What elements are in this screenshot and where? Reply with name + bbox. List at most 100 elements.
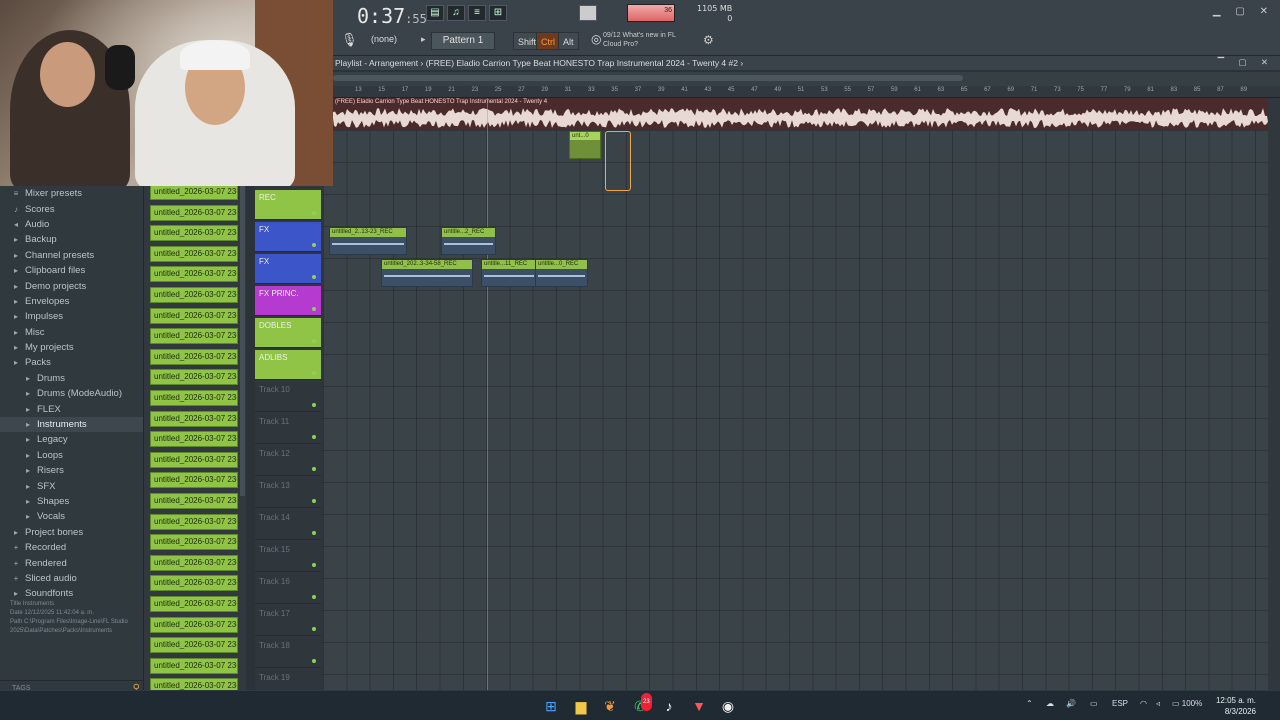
- language-indicator[interactable]: ESP: [1112, 699, 1128, 708]
- microphone-icon[interactable]: 🎙: [341, 32, 358, 50]
- track-header[interactable]: Track 14: [255, 510, 321, 540]
- playlist-grid[interactable]: [323, 130, 1268, 690]
- channel-scrollbar[interactable]: [240, 186, 245, 496]
- channel-item[interactable]: untitled_2026-03-07 23-: [150, 534, 238, 551]
- channel-item[interactable]: untitled_2026-03-07 23-: [150, 657, 238, 674]
- channel-item[interactable]: untitled_2026-03-07 23-: [150, 616, 238, 633]
- pattern-selector[interactable]: Pattern 1: [431, 32, 495, 50]
- browser-item[interactable]: ▸ Misc: [0, 325, 143, 340]
- browser-item[interactable]: ▸ FLEX: [0, 401, 143, 416]
- browser-item[interactable]: ▸ Clipboard files: [0, 263, 143, 278]
- track-enable-led[interactable]: [312, 499, 316, 503]
- volume-icon[interactable]: 🔊: [1066, 699, 1076, 708]
- browser-item[interactable]: ▸ Risers: [0, 463, 143, 478]
- pattern-none-select[interactable]: (none): [371, 34, 397, 44]
- mixer-icon[interactable]: ≡: [468, 5, 486, 21]
- track-header[interactable]: Track 16: [255, 574, 321, 604]
- browser-item[interactable]: ▸ Channel presets: [0, 248, 143, 263]
- fl-studio-icon[interactable]: ❦: [601, 697, 619, 715]
- onedrive-icon[interactable]: ☁: [1046, 699, 1054, 708]
- browser-item[interactable]: ♪ Scores: [0, 201, 143, 216]
- channel-item[interactable]: untitled_2026-03-07 23-: [150, 390, 238, 406]
- playlist-vertical-scroll[interactable]: [1268, 98, 1280, 690]
- track-header[interactable]: Track 12: [255, 446, 321, 476]
- track-header[interactable]: DOBLES: [255, 318, 321, 348]
- track-enable-led[interactable]: [312, 307, 316, 311]
- channel-item[interactable]: untitled_2026-03-07 23-: [150, 266, 238, 283]
- track-header[interactable]: Track 15: [255, 542, 321, 572]
- track-enable-led[interactable]: [312, 563, 316, 567]
- track-enable-led[interactable]: [312, 435, 316, 439]
- track-header[interactable]: Track 13: [255, 478, 321, 508]
- audio-clip[interactable]: unt...0: [569, 131, 601, 159]
- speaker-icon[interactable]: ◃: [1156, 699, 1160, 708]
- audio-clip[interactable]: untitle...0_REC: [535, 259, 588, 287]
- browser-item[interactable]: + Recorded: [0, 540, 143, 555]
- audio-clip[interactable]: untitled_2..13-23_REC: [329, 227, 407, 255]
- playlist-icon[interactable]: ▤: [426, 5, 444, 21]
- channel-item[interactable]: untitled_2026-03-07 23-: [150, 472, 238, 489]
- channel-item[interactable]: untitled_2026-03-07 23-: [150, 369, 238, 386]
- browser-item[interactable]: ▸ Drums: [0, 371, 143, 386]
- window-controls[interactable]: ▁ ▢ ✕: [1213, 6, 1274, 17]
- audio-clip[interactable]: untitle...2_REC: [441, 227, 496, 255]
- track-enable-led[interactable]: [312, 531, 316, 535]
- browser-item[interactable]: ▸ Shapes: [0, 494, 143, 509]
- channel-item[interactable]: untitled_2026-03-07 23-: [150, 451, 238, 468]
- wifi-icon[interactable]: ◠: [1140, 699, 1147, 708]
- browser-item[interactable]: ▸ My projects: [0, 340, 143, 355]
- track-header[interactable]: Track 10: [255, 382, 321, 412]
- channel-item[interactable]: untitled_2026-03-07 23-: [150, 637, 238, 654]
- track-enable-led[interactable]: [312, 403, 316, 407]
- track-header[interactable]: REC: [255, 190, 321, 220]
- channel-item[interactable]: untitled_2026-03-07 23-: [150, 554, 238, 571]
- track-header[interactable]: Track 11: [255, 414, 321, 444]
- playlist-window-controls[interactable]: ▔ ▢ ✕: [1218, 57, 1274, 68]
- channel-item[interactable]: untitled_2026-03-07 23-: [150, 225, 238, 242]
- track-enable-led[interactable]: [312, 243, 316, 247]
- track-header[interactable]: FX: [255, 254, 321, 284]
- file-explorer-icon[interactable]: ▆: [572, 697, 590, 715]
- playlist-horizontal-scroll[interactable]: [333, 72, 1280, 86]
- track-enable-led[interactable]: [312, 339, 316, 343]
- browser-item[interactable]: ▸ Instruments: [0, 416, 143, 433]
- browser-item[interactable]: ▸ Packs: [0, 355, 143, 370]
- chevron-up-icon[interactable]: ⌃: [1026, 699, 1033, 708]
- browser-item[interactable]: ▸ Envelopes: [0, 294, 143, 309]
- play-arrow-icon[interactable]: ▸: [421, 34, 426, 45]
- browser-item[interactable]: ▸ Impulses: [0, 309, 143, 324]
- track-enable-led[interactable]: [312, 659, 316, 663]
- track-enable-led[interactable]: [312, 595, 316, 599]
- brave-icon[interactable]: ▼: [690, 697, 708, 715]
- browser-item[interactable]: ▸ Vocals: [0, 509, 143, 524]
- ctrl-button[interactable]: Ctrl: [536, 32, 560, 50]
- channel-item[interactable]: untitled_2026-03-07 23-: [150, 431, 238, 448]
- windows-start-icon[interactable]: ⊞: [542, 697, 560, 715]
- track-enable-led[interactable]: [312, 275, 316, 279]
- app-icon[interactable]: ◉: [719, 697, 737, 715]
- browser-item[interactable]: ▸ Loops: [0, 448, 143, 463]
- audio-clip[interactable]: untitled_202..3-34-58_REC: [381, 259, 473, 287]
- track-enable-led[interactable]: [312, 627, 316, 631]
- browser-item[interactable]: ▸ Project bones: [0, 525, 143, 540]
- channel-item[interactable]: untitled_2026-03-07 23-: [150, 410, 238, 427]
- battery-icon[interactable]: ▭ 100%: [1172, 699, 1202, 708]
- browser-item[interactable]: ▸ SFX: [0, 478, 143, 493]
- track-enable-led[interactable]: [312, 467, 316, 471]
- browser-item[interactable]: + Sliced audio: [0, 571, 143, 586]
- browser-item[interactable]: + Rendered: [0, 555, 143, 570]
- timeline-ruler[interactable]: 13 15 17 19 21 23 25 27 29 31 33 35 37 39 41 43 45 47 49 51…: [333, 86, 1280, 98]
- monitor-icon[interactable]: ▭: [1090, 699, 1098, 708]
- track-header[interactable]: Track 17: [255, 606, 321, 636]
- channel-item[interactable]: untitled_2026-03-07 23-: [150, 204, 238, 221]
- gear-icon[interactable]: ⚙: [703, 33, 714, 47]
- system-clock[interactable]: 12:05 a. m. 8/3/2026: [1216, 695, 1256, 717]
- tiktok-icon[interactable]: ♪: [660, 697, 678, 715]
- news-icon[interactable]: ◎: [591, 32, 601, 46]
- piano-roll-icon[interactable]: ♫: [447, 5, 465, 21]
- channel-item[interactable]: untitled_2026-03-07 23-: [150, 328, 238, 345]
- browser-item[interactable]: ▸ Legacy: [0, 432, 143, 447]
- channel-item[interactable]: untitled_2026-03-07 23-: [150, 245, 238, 262]
- audio-waveform-track[interactable]: (FREE) Eladio Carrion Type Beat HONESTO …: [333, 98, 1268, 130]
- track-header[interactable]: FX PRINC.: [255, 286, 321, 316]
